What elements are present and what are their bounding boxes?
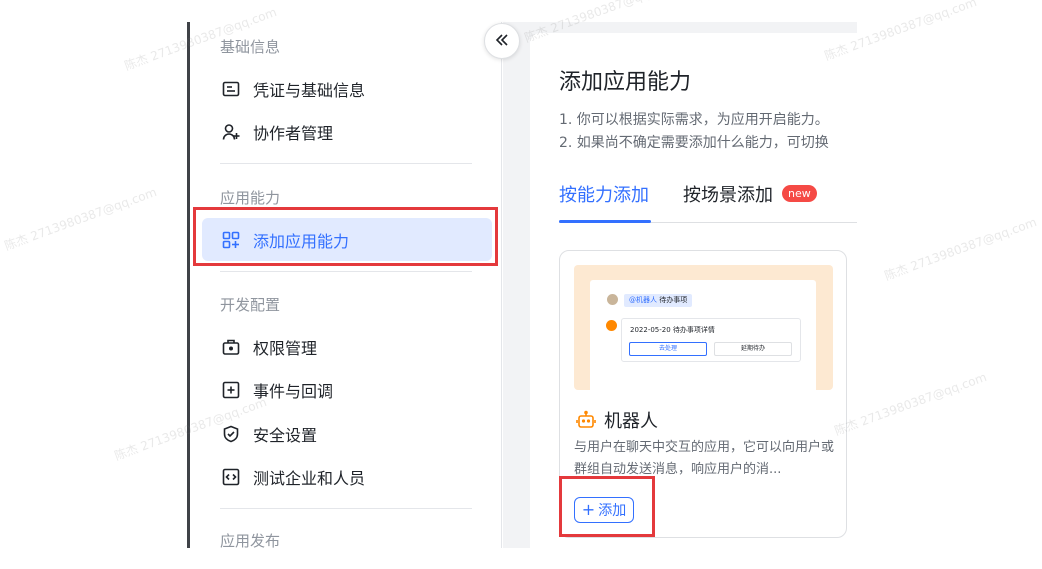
preview-mention-chip: @机器人 待办事项 [624,294,693,307]
capability-card-bot[interactable]: @机器人 待办事项 2022-05-20 待办事项详情 去处理 延期待办 机器人… [559,250,847,538]
sidebar-item-label: 测试企业和人员 [253,468,366,488]
code-box-icon [221,467,241,487]
sidebar-divider [220,508,472,509]
double-chevron-left-icon [494,29,510,53]
id-card-icon [221,79,241,99]
section-label-dev: 开发配置 [220,296,281,314]
sidebar-item-test-enterprise[interactable]: 测试企业和人员 [202,455,492,498]
sidebar-item-label: 安全设置 [253,425,318,445]
preview-chat-mock: @机器人 待办事项 2022-05-20 待办事项详情 去处理 延期待办 [590,280,816,390]
preview-message-card: 2022-05-20 待办事项详情 去处理 延期待办 [621,318,801,362]
main-panel: 添加应用能力 1. 你可以根据实际需求，为应用开启能力。 2. 如果尚不确定需要… [530,33,857,548]
sidebar-item-label: 协作者管理 [253,123,334,143]
sidebar-item-label: 事件与回调 [253,381,334,401]
sidebar-item-label: 权限管理 [253,338,318,358]
plus-icon: + [581,500,596,519]
card-preview-image: @机器人 待办事项 2022-05-20 待办事项详情 去处理 延期待办 [574,265,833,390]
new-badge: new [782,185,817,202]
robot-icon [576,410,596,430]
watermark-text: 陈杰 2713980387@qq.com [882,214,1039,284]
event-box-icon [221,380,241,400]
description-line-2: 2. 如果尚不确定需要添加什么能力，可切换 [559,135,829,151]
add-user-icon [221,122,241,142]
description-line-1: 1. 你可以根据实际需求，为应用开启能力。 [559,112,829,128]
sidebar-item-permissions[interactable]: 权限管理 [202,325,492,368]
sidebar-item-label: 凭证与基础信息 [253,80,366,100]
watermark-text: 陈杰 2713980387@qq.com [2,184,159,254]
add-button[interactable]: + 添加 [574,497,634,523]
tab-by-scenario[interactable]: 按场景添加 [683,181,773,207]
section-label-basic: 基础信息 [220,38,281,56]
grid-plus-icon [221,230,241,250]
sidebar-item-add-capability[interactable]: 添加应用能力 [202,218,492,261]
sidebar-item-security[interactable]: 安全设置 [202,412,492,455]
active-tab-indicator [559,220,651,223]
preview-secondary-button: 延期待办 [714,342,792,356]
card-title: 机器人 [576,407,658,433]
sidebar-divider [220,271,472,272]
add-button-label: 添加 [598,503,627,519]
card-title-text: 机器人 [604,411,658,432]
bot-avatar [606,320,617,331]
shield-icon [221,424,241,444]
collapse-sidebar-button[interactable] [484,23,520,59]
section-label-publish: 应用发布 [220,532,281,550]
sidebar-item-events[interactable]: 事件与回调 [202,368,492,411]
sidebar-item-collaborators[interactable]: 协作者管理 [202,110,492,153]
sidebar: 基础信息 凭证与基础信息 协作者管理 应用能力 添加应用能力 开发配置 权限管理… [190,22,502,550]
sidebar-divider [220,163,472,164]
briefcase-lock-icon [221,337,241,357]
tab-bar: 按能力添加 按场景添加 new [559,181,857,223]
user-avatar [607,294,618,305]
preview-message-text: 2022-05-20 待办事项详情 [630,326,715,334]
preview-primary-button: 去处理 [629,342,707,356]
card-description: 与用户在聊天中交互的应用，它可以向用户或群组自动发送消息，响应用户的消... [574,440,835,477]
sidebar-item-credentials[interactable]: 凭证与基础信息 [202,67,492,110]
section-label-capability: 应用能力 [220,189,281,207]
tab-by-capability[interactable]: 按能力添加 [559,181,649,207]
sidebar-item-label: 添加应用能力 [253,231,350,251]
page-title: 添加应用能力 [559,70,692,95]
